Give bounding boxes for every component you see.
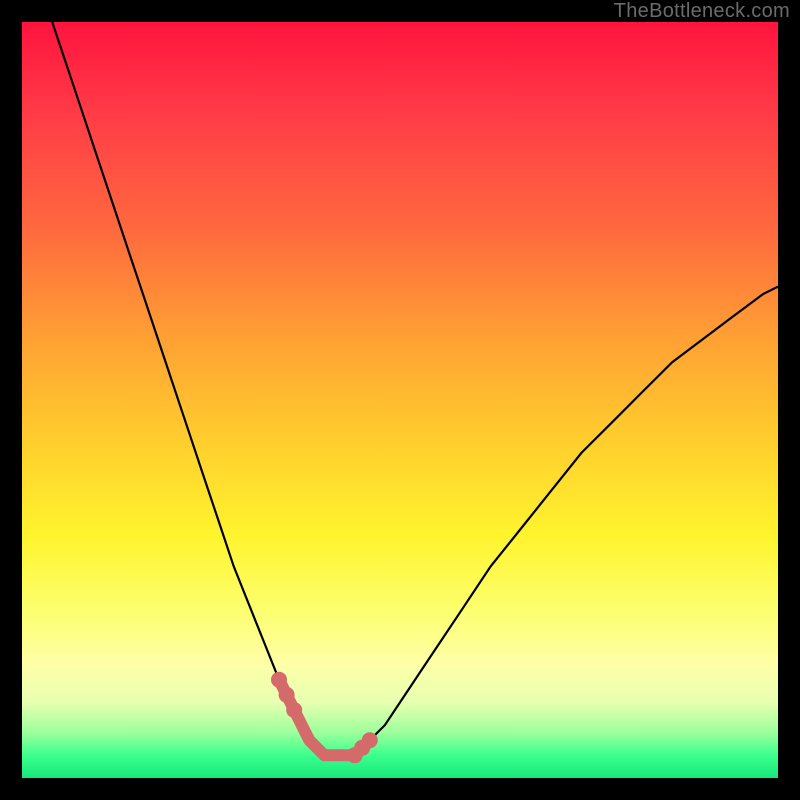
- bottleneck-curve: [22, 22, 778, 778]
- watermark-text: TheBottleneck.com: [614, 0, 790, 23]
- chart-frame: TheBottleneck.com: [0, 0, 800, 800]
- curve-path: [52, 22, 778, 755]
- marker-dot: [279, 687, 295, 703]
- marker-dot: [362, 732, 378, 748]
- marker-dot: [271, 672, 287, 688]
- plot-area: [22, 22, 778, 778]
- marker-dot: [286, 702, 302, 718]
